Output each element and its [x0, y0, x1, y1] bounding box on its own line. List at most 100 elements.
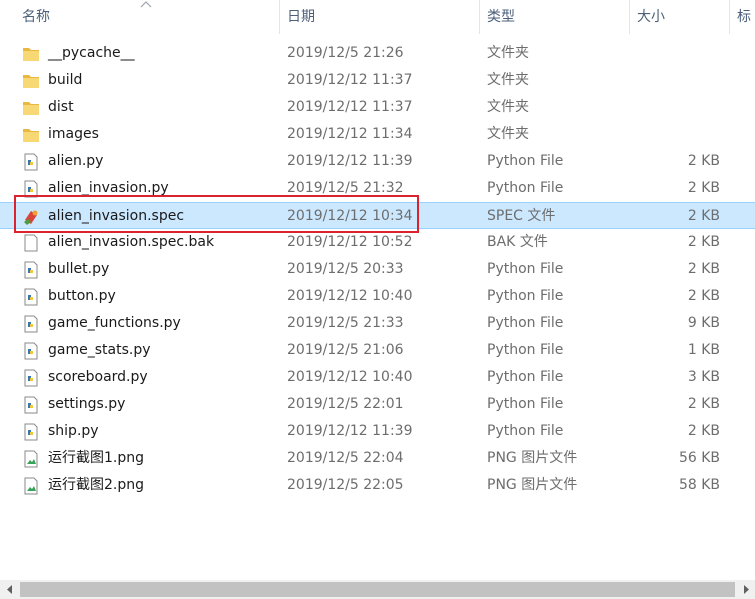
file-size: 2 KB	[687, 208, 720, 224]
column-header-bar: 名称 日期 类型 大小 标记	[0, 0, 755, 34]
file-row[interactable]: 运行截图1.png 2019/12/5 22:04 PNG 图片文件 56 KB	[0, 445, 755, 472]
file-size: 2 KB	[687, 180, 720, 196]
column-divider[interactable]	[629, 0, 630, 34]
file-name: 运行截图1.png	[48, 450, 145, 466]
column-divider[interactable]	[479, 0, 480, 34]
file-size: 2 KB	[687, 234, 720, 250]
column-divider[interactable]	[279, 0, 280, 34]
file-type: Python File	[487, 180, 564, 196]
file-size: 56 KB	[678, 450, 720, 466]
file-type: Python File	[487, 423, 564, 439]
sort-ascending-icon	[140, 1, 152, 8]
file-type: PNG 图片文件	[487, 477, 578, 493]
file-row[interactable]: alien.py 2019/12/12 11:39 Python File 2 KB	[0, 148, 755, 175]
column-header-size[interactable]: 大小	[637, 0, 725, 34]
column-divider[interactable]	[729, 0, 730, 34]
file-date: 2019/12/12 11:39	[287, 153, 413, 169]
annotation-highlight-box	[14, 195, 419, 233]
file-row[interactable]: dist 2019/12/12 11:37 文件夹	[0, 94, 755, 121]
file-row[interactable]: bullet.py 2019/12/5 20:33 Python File 2 KB	[0, 256, 755, 283]
file-row[interactable]: 运行截图2.png 2019/12/5 22:05 PNG 图片文件 58 KB	[0, 472, 755, 499]
file-type: 文件夹	[487, 99, 529, 115]
file-type: Python File	[487, 369, 564, 385]
file-row[interactable]: game_stats.py 2019/12/5 21:06 Python File 1…	[0, 337, 755, 364]
file-type: BAK 文件	[487, 234, 548, 250]
file-type: Python File	[487, 261, 564, 277]
file-date: 2019/12/12 10:40	[287, 288, 413, 304]
file-type: Python File	[487, 153, 564, 169]
file-name: button.py	[48, 288, 116, 304]
python-file-icon	[22, 261, 40, 279]
scroll-right-icon[interactable]	[740, 583, 752, 596]
file-name: __pycache__	[48, 45, 135, 61]
file-name: scoreboard.py	[48, 369, 148, 385]
python-file-icon	[22, 369, 40, 387]
column-header-tags[interactable]: 标记	[737, 0, 755, 34]
file-size: 2 KB	[687, 423, 720, 439]
file-size: 2 KB	[687, 153, 720, 169]
file-date: 2019/12/5 21:33	[287, 315, 404, 331]
file-type: Python File	[487, 396, 564, 412]
file-row[interactable]: images 2019/12/12 11:34 文件夹	[0, 121, 755, 148]
folder-icon	[22, 126, 40, 144]
file-row[interactable]: game_functions.py 2019/12/5 21:33 Python F…	[0, 310, 755, 337]
file-date: 2019/12/5 22:04	[287, 450, 404, 466]
horizontal-scrollbar[interactable]	[0, 580, 755, 599]
file-date: 2019/12/5 22:05	[287, 477, 404, 493]
png-image-icon	[22, 450, 40, 468]
python-file-icon	[22, 288, 40, 306]
file-date: 2019/12/5 21:26	[287, 45, 404, 61]
folder-icon	[22, 99, 40, 117]
file-name: alien_invasion.spec.bak	[48, 234, 215, 250]
blank-file-icon	[22, 234, 40, 252]
file-row[interactable]: __pycache__ 2019/12/5 21:26 文件夹	[0, 40, 755, 67]
scroll-left-icon[interactable]	[4, 583, 16, 596]
file-date: 2019/12/5 20:33	[287, 261, 404, 277]
file-name: dist	[48, 99, 74, 115]
file-size: 2 KB	[687, 288, 720, 304]
file-row[interactable]: alien_invasion.spec.bak 2019/12/12 10:52 B…	[0, 229, 755, 256]
folder-icon	[22, 72, 40, 90]
file-date: 2019/12/12 11:34	[287, 126, 413, 142]
file-row[interactable]: ship.py 2019/12/12 11:39 Python File 2 KB	[0, 418, 755, 445]
python-file-icon	[22, 342, 40, 360]
file-name: images	[48, 126, 99, 142]
column-header-date[interactable]: 日期	[287, 0, 477, 34]
file-name: 运行截图2.png	[48, 477, 145, 493]
file-date: 2019/12/5 22:01	[287, 396, 404, 412]
scrollbar-thumb[interactable]	[20, 582, 735, 597]
file-date: 2019/12/12 10:40	[287, 369, 413, 385]
folder-icon	[22, 45, 40, 63]
file-name: alien.py	[48, 153, 104, 169]
column-header-type[interactable]: 类型	[487, 0, 627, 34]
png-image-icon	[22, 477, 40, 495]
file-size: 1 KB	[687, 342, 720, 358]
file-type: Python File	[487, 315, 564, 331]
file-date: 2019/12/5 21:06	[287, 342, 404, 358]
file-size: 58 KB	[678, 477, 720, 493]
file-type: SPEC 文件	[487, 208, 556, 224]
file-size: 3 KB	[687, 369, 720, 385]
file-date: 2019/12/12 11:39	[287, 423, 413, 439]
file-date: 2019/12/12 11:37	[287, 99, 413, 115]
file-size: 9 KB	[687, 315, 720, 331]
file-row[interactable]: build 2019/12/12 11:37 文件夹	[0, 67, 755, 94]
file-name: settings.py	[48, 396, 126, 412]
file-name: ship.py	[48, 423, 99, 439]
file-type: Python File	[487, 342, 564, 358]
file-row[interactable]: button.py 2019/12/12 10:40 Python File 2 KB	[0, 283, 755, 310]
python-file-icon	[22, 153, 40, 171]
file-date: 2019/12/12 11:37	[287, 72, 413, 88]
file-name: game_stats.py	[48, 342, 151, 358]
file-type: Python File	[487, 288, 564, 304]
python-file-icon	[22, 423, 40, 441]
file-name: bullet.py	[48, 261, 110, 277]
file-type: PNG 图片文件	[487, 450, 578, 466]
file-date: 2019/12/12 10:52	[287, 234, 413, 250]
file-size: 2 KB	[687, 396, 720, 412]
file-size: 2 KB	[687, 261, 720, 277]
file-type: 文件夹	[487, 45, 529, 61]
file-row[interactable]: scoreboard.py 2019/12/12 10:40 Python File…	[0, 364, 755, 391]
file-row[interactable]: settings.py 2019/12/5 22:01 Python File 2 K…	[0, 391, 755, 418]
file-name: build	[48, 72, 83, 88]
